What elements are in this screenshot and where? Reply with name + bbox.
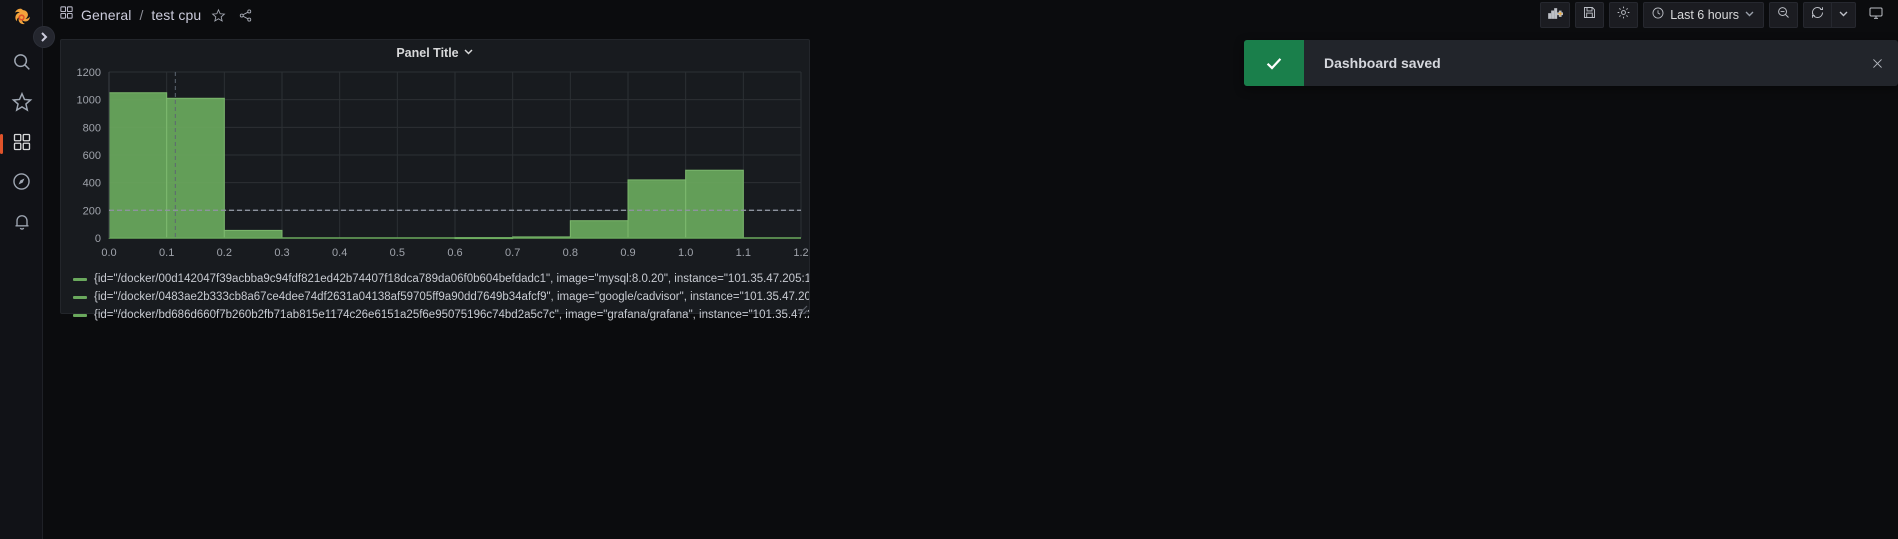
clock-icon (1651, 6, 1665, 25)
y-axis-tick-label: 1000 (77, 95, 101, 107)
breadcrumb-separator: / (139, 7, 144, 23)
save-disk-icon (1582, 5, 1597, 25)
sidebar-item-search[interactable] (0, 44, 43, 84)
legend-series-label: {id="/docker/bd686d660f7b260b2fb71ab815e… (94, 309, 809, 321)
x-axis-tick-label: 1.0 (678, 247, 693, 259)
x-axis-tick-label: 0.0 (101, 247, 116, 259)
sidebar-item-favorites[interactable] (0, 84, 43, 124)
refresh-group (1803, 2, 1856, 28)
check-icon (1244, 40, 1304, 86)
sidebar-item-explore[interactable] (0, 164, 43, 204)
legend-series-label: {id="/docker/0483ae2b333cb8a67ce4dee74df… (94, 291, 809, 303)
chevron-down-icon[interactable] (463, 44, 474, 62)
legend-series-label: {id="/docker/00d142047f39acbba9c94fdf821… (94, 273, 809, 285)
histogram-plot[interactable]: 0 200 400 600 800 1000 1200 0.0 0.1 0.2 0.3 0.4 0.5 0… (61, 66, 811, 266)
breadcrumb-folder[interactable]: General (81, 7, 132, 23)
x-axis-tick-label: 0.4 (332, 247, 347, 259)
y-axis-tick-label: 0 (95, 233, 101, 245)
legend-item[interactable]: {id="/docker/bd686d660f7b260b2fb71ab815e… (69, 306, 809, 324)
view-mode-button[interactable] (1861, 2, 1891, 28)
histogram-bar[interactable] (223, 229, 283, 239)
y-axis-tick-label: 800 (83, 122, 101, 134)
y-axis-tick-label: 1200 (77, 67, 101, 79)
histogram-bar[interactable] (569, 220, 629, 239)
legend-color-swatch (73, 295, 87, 299)
panel-resize-handle[interactable] (798, 302, 808, 315)
panel-legend: {id="/docker/00d142047f39acbba9c94fdf821… (61, 266, 809, 324)
dashboard-settings-button[interactable] (1609, 2, 1639, 28)
refresh-dashboard-button[interactable] (1803, 2, 1832, 28)
side-navigation (0, 0, 55, 539)
nav-item-list (0, 44, 43, 244)
y-axis-tick-label: 600 (83, 150, 101, 162)
histogram-bar[interactable] (166, 97, 225, 239)
save-dashboard-button[interactable] (1575, 2, 1605, 28)
dashboard-panel: Panel Title 0 200 400 600 800 1000 1200 0.0 0.1 0… (60, 39, 811, 321)
x-axis-tick-label: 1.2 (793, 247, 808, 259)
legend-item[interactable]: {id="/docker/0483ae2b333cb8a67ce4dee74df… (69, 288, 809, 306)
x-axis-tick-label: 0.9 (620, 247, 635, 259)
time-range-value: Last 6 hours (1670, 8, 1739, 22)
zoom-out-time-range-button[interactable] (1769, 2, 1798, 28)
refresh-interval-dropdown[interactable] (1832, 2, 1856, 28)
dashboards-icon (12, 132, 32, 157)
x-axis-tick-label: 0.6 (447, 247, 462, 259)
bell-icon (12, 212, 32, 237)
add-panel-button[interactable] (1540, 2, 1571, 28)
legend-color-swatch (73, 313, 87, 317)
zoom-out-icon (1776, 5, 1791, 25)
panel-header: Panel Title (61, 40, 809, 66)
expand-sidebar-button[interactable] (33, 26, 55, 48)
star-outline-icon[interactable] (208, 5, 228, 25)
panel-title[interactable]: Panel Title (396, 46, 458, 60)
chevron-down-icon (1744, 6, 1755, 24)
refresh-icon (1810, 5, 1825, 25)
grafana-logo-icon[interactable] (7, 4, 35, 32)
toast-body: Dashboard saved (1304, 40, 1856, 86)
breadcrumb-dashboard-title[interactable]: test cpu (151, 7, 201, 23)
x-axis-tick-label: 0.2 (217, 247, 232, 259)
notification-toast: Dashboard saved (1244, 40, 1898, 86)
sidebar-item-alerting[interactable] (0, 204, 43, 244)
histogram-bar[interactable] (627, 179, 687, 239)
time-range-picker[interactable]: Last 6 hours (1643, 2, 1764, 28)
x-axis-tick-label: 0.5 (390, 247, 405, 259)
close-icon[interactable] (1856, 40, 1898, 86)
legend-item[interactable]: {id="/docker/00d142047f39acbba9c94fdf821… (69, 270, 809, 288)
dashboard-toolbar: Last 6 hours (1540, 2, 1898, 28)
x-axis-tick-label: 1.1 (736, 247, 751, 259)
dashboards-grid-icon (59, 5, 74, 25)
legend-color-swatch (73, 277, 87, 281)
y-axis-tick-label: 400 (83, 178, 101, 190)
toast-title: Dashboard saved (1324, 55, 1441, 71)
breadcrumb: General / test cpu (43, 5, 255, 25)
x-axis-tick-label: 0.1 (159, 247, 174, 259)
tv-monitor-icon (1868, 5, 1884, 26)
star-icon (11, 91, 33, 118)
search-icon (11, 51, 33, 78)
x-axis-tick-label: 0.8 (563, 247, 578, 259)
histogram-bar[interactable] (685, 169, 744, 239)
chevron-down-icon (1838, 6, 1849, 24)
x-axis-tick-label: 0.7 (505, 247, 520, 259)
share-nodes-icon[interactable] (235, 5, 255, 25)
y-axis-tick-label: 200 (83, 205, 101, 217)
top-bar: General / test cpu Last 6 hours (43, 0, 1898, 30)
sidebar-item-dashboards[interactable] (0, 124, 43, 164)
histogram-bar[interactable] (108, 92, 168, 239)
gear-icon (1616, 5, 1631, 25)
add-panel-icon (1547, 5, 1564, 26)
compass-icon (11, 171, 32, 197)
x-axis-tick-label: 0.3 (274, 247, 289, 259)
